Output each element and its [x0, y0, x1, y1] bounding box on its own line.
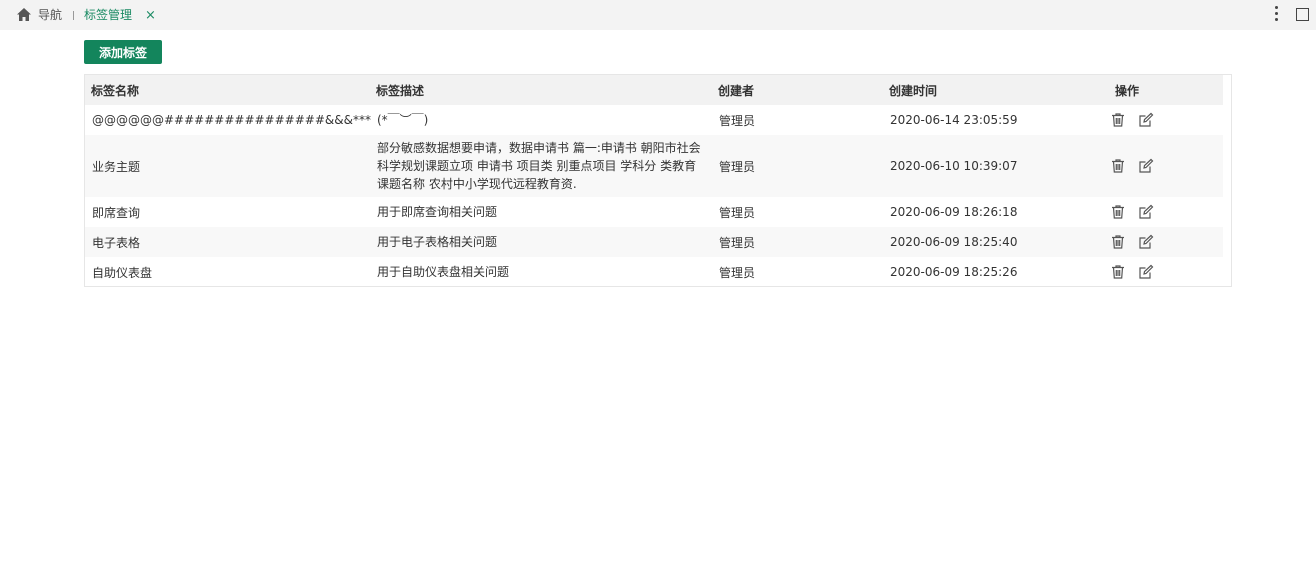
tag-description-cell: 用于自助仪表盘相关问题	[377, 265, 510, 279]
tag-name-cell: 电子表格	[92, 235, 141, 250]
add-tag-button[interactable]: 添加标签	[84, 40, 162, 64]
top-tab-bar: 导航 标签管理 ×	[0, 0, 1316, 30]
creator-cell: 管理员	[719, 235, 756, 250]
edit-icon[interactable]	[1138, 112, 1154, 128]
created-time-cell: 2020-06-09 18:25:40	[890, 235, 1018, 249]
created-time-cell: 2020-06-14 23:05:59	[890, 113, 1018, 127]
close-icon[interactable]: ×	[145, 9, 156, 22]
edit-icon[interactable]	[1138, 264, 1154, 280]
edit-icon[interactable]	[1138, 204, 1154, 220]
tab-tag-management[interactable]: 标签管理	[84, 8, 132, 23]
creator-cell: 管理员	[719, 113, 756, 128]
trash-icon[interactable]	[1110, 112, 1126, 128]
home-icon[interactable]	[16, 7, 32, 22]
tag-description-cell: (*￣︶￣)	[377, 113, 429, 127]
created-time-cell: 2020-06-09 18:25:26	[890, 265, 1018, 279]
nav-label[interactable]: 导航	[38, 8, 62, 23]
edit-icon[interactable]	[1138, 234, 1154, 250]
table-row: @@@@@@################&&&*** (*￣︶￣) 管理员 …	[85, 105, 1223, 135]
table-header-row: 标签名称 标签描述 创建者 创建时间 操作	[85, 75, 1223, 105]
table-row: 即席查询 用于即席查询相关问题 管理员 2020-06-09 18:26:18	[85, 197, 1223, 227]
maximize-icon[interactable]	[1296, 8, 1309, 21]
actions-cell	[1083, 105, 1223, 135]
column-header-actions: 操作	[1115, 83, 1140, 98]
tag-name-cell: 自助仪表盘	[92, 265, 153, 280]
column-header-time: 创建时间	[889, 83, 938, 98]
creator-cell: 管理员	[719, 205, 756, 220]
actions-cell	[1083, 257, 1223, 287]
column-header-name: 标签名称	[91, 83, 140, 98]
tab-separator	[73, 11, 74, 20]
tag-name-cell: 业务主题	[92, 159, 141, 174]
edit-icon[interactable]	[1138, 158, 1154, 174]
tag-description-cell: 用于即席查询相关问题	[377, 205, 498, 219]
tag-description-cell: 用于电子表格相关问题	[377, 235, 498, 249]
trash-icon[interactable]	[1110, 234, 1126, 250]
trash-icon[interactable]	[1110, 264, 1126, 280]
more-vertical-icon[interactable]	[1274, 6, 1278, 24]
actions-cell	[1083, 227, 1223, 257]
actions-cell	[1083, 135, 1223, 197]
created-time-cell: 2020-06-10 10:39:07	[890, 159, 1018, 173]
column-header-creator: 创建者	[718, 83, 755, 98]
created-time-cell: 2020-06-09 18:26:18	[890, 205, 1018, 219]
table-row: 电子表格 用于电子表格相关问题 管理员 2020-06-09 18:25:40	[85, 227, 1223, 257]
table-row: 自助仪表盘 用于自助仪表盘相关问题 管理员 2020-06-09 18:25:2…	[85, 257, 1223, 287]
tag-name-cell: 即席查询	[92, 205, 141, 220]
trash-icon[interactable]	[1110, 204, 1126, 220]
tag-table: 标签名称 标签描述 创建者 创建时间 操作 @@@@@@############…	[84, 74, 1232, 287]
creator-cell: 管理员	[719, 265, 756, 280]
tag-description-cell: 部分敏感数据想要申请，数据申请书 篇一:申请书 朝阳市社会科学规划课题立项 申请…	[377, 141, 701, 191]
creator-cell: 管理员	[719, 159, 756, 174]
trash-icon[interactable]	[1110, 158, 1126, 174]
table-row: 业务主题 部分敏感数据想要申请，数据申请书 篇一:申请书 朝阳市社会科学规划课题…	[85, 135, 1223, 197]
column-header-description: 标签描述	[376, 83, 425, 98]
tag-name-cell: @@@@@@################&&&***	[92, 113, 371, 127]
actions-cell	[1083, 197, 1223, 227]
